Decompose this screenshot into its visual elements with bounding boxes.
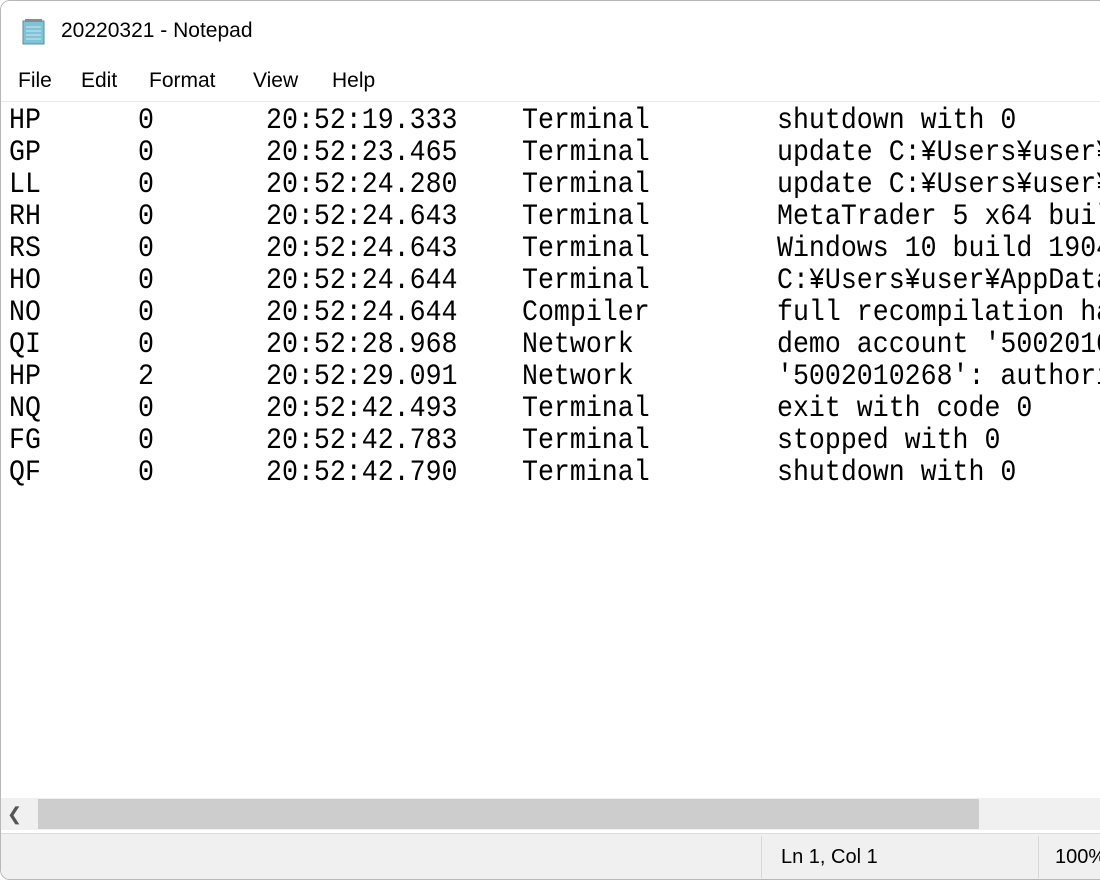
line-field: 20:52:42.493: [266, 391, 458, 425]
line-field: 0: [138, 295, 154, 329]
line-field: 0: [138, 455, 154, 489]
status-divider: [1038, 836, 1039, 878]
line-field: Terminal: [522, 103, 650, 137]
line-field: LL: [9, 167, 41, 201]
line-field: 0: [138, 327, 154, 361]
line-field: 20:52:24.644: [266, 295, 458, 329]
scrollbar-thumb[interactable]: [38, 799, 979, 829]
line-field: 2: [138, 359, 154, 393]
line-field: 20:52:28.968: [266, 327, 458, 361]
line-field: RH: [9, 199, 41, 233]
line-field: 20:52:19.333: [266, 103, 458, 137]
line-field: Terminal: [522, 263, 650, 297]
status-bar: Ln 1, Col 1 100%: [1, 833, 1100, 879]
menu-bar: File Edit Format View Help: [1, 63, 1100, 102]
line-field: C:¥Users¥user¥AppData: [777, 263, 1100, 297]
line-field: shutdown with 0: [777, 103, 1017, 137]
line-field: RS: [9, 231, 41, 265]
menu-format[interactable]: Format: [149, 69, 216, 93]
line-field: demo account '5002010: [777, 327, 1100, 361]
line-field: 0: [138, 135, 154, 169]
line-field: Terminal: [522, 231, 650, 265]
line-field: HP: [9, 359, 41, 393]
line-field: Network: [522, 359, 634, 393]
text-editor[interactable]: HP 0 20:52:19.333 Terminal shutdown with 0 GP…: [1, 102, 1100, 798]
line-field: 0: [138, 199, 154, 233]
line-field: exit with code 0: [777, 391, 1033, 425]
zoom-level[interactable]: 100%: [1055, 846, 1100, 869]
line-field: 20:52:23.465: [266, 135, 458, 169]
line-field: 20:52:24.643: [266, 231, 458, 265]
line-field: QI: [9, 327, 41, 361]
line-field: 0: [138, 423, 154, 457]
line-field: Compiler: [522, 295, 650, 329]
line-field: Terminal: [522, 167, 650, 201]
title-bar: 20220321 - Notepad: [1, 1, 1100, 63]
line-field: HO: [9, 263, 41, 297]
line-field: Windows 10 build 1904: [777, 231, 1100, 265]
window-title: 20220321 - Notepad: [61, 19, 253, 42]
line-field: FG: [9, 423, 41, 457]
line-field: Terminal: [522, 135, 650, 169]
cursor-position: Ln 1, Col 1: [781, 846, 878, 868]
menu-edit[interactable]: Edit: [81, 69, 117, 93]
line-field: MetaTrader 5 x64 buil: [777, 199, 1100, 233]
line-field: stopped with 0: [777, 423, 1001, 457]
line-field: 0: [138, 263, 154, 297]
line-field: Terminal: [522, 455, 650, 489]
line-field: HP: [9, 103, 41, 137]
line-field: NO: [9, 295, 41, 329]
line-field: 20:52:24.644: [266, 263, 458, 297]
line-field: QF: [9, 455, 41, 489]
notepad-icon: [22, 19, 45, 45]
horizontal-scrollbar[interactable]: ❮: [1, 798, 1100, 830]
line-field: shutdown with 0: [777, 455, 1017, 489]
line-field: 0: [138, 167, 154, 201]
status-divider: [761, 836, 762, 878]
line-field: Network: [522, 327, 634, 361]
line-field: full recompilation ha: [777, 295, 1100, 329]
line-field: NQ: [9, 391, 41, 425]
line-field: 20:52:24.280: [266, 167, 458, 201]
line-field: 0: [138, 391, 154, 425]
scroll-left-icon[interactable]: ❮: [7, 804, 29, 824]
line-field: GP: [9, 135, 41, 169]
line-field: Terminal: [522, 391, 650, 425]
line-field: 20:52:29.091: [266, 359, 458, 393]
menu-file[interactable]: File: [18, 69, 52, 93]
menu-view[interactable]: View: [253, 69, 298, 93]
line-field: 0: [138, 231, 154, 265]
line-field: update C:¥Users¥user¥: [777, 167, 1100, 201]
line-field: update C:¥Users¥user¥: [777, 135, 1100, 169]
line-field: Terminal: [522, 423, 650, 457]
notepad-window: 20220321 - Notepad File Edit Format View…: [0, 0, 1100, 880]
line-field: 0: [138, 103, 154, 137]
line-field: 20:52:42.790: [266, 455, 458, 489]
line-field: '5002010268': authori: [777, 359, 1100, 393]
line-field: 20:52:24.643: [266, 199, 458, 233]
menu-help[interactable]: Help: [332, 69, 375, 93]
line-field: 20:52:42.783: [266, 423, 458, 457]
line-field: Terminal: [522, 199, 650, 233]
